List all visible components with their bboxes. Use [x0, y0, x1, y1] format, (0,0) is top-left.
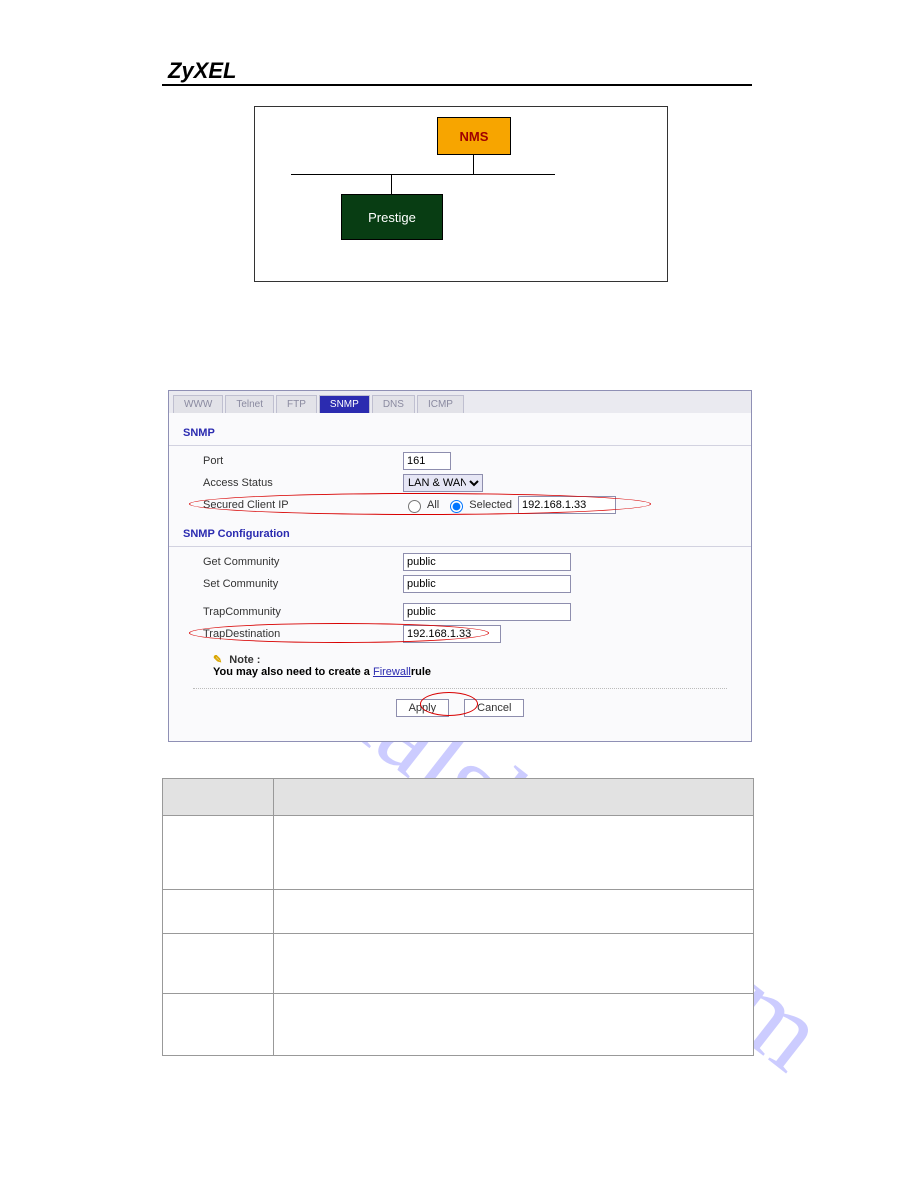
snmp-config-section-title: SNMP Configuration [183, 528, 737, 540]
divider [169, 546, 751, 547]
set-community-label: Set Community [183, 578, 403, 590]
table-cell [274, 890, 754, 934]
get-community-label: Get Community [183, 556, 403, 568]
connector-line [291, 174, 555, 175]
tab-snmp[interactable]: SNMP [319, 395, 370, 413]
note-body: You may also need to create a Firewallru… [213, 666, 431, 678]
network-diagram: NMS Prestige [254, 106, 668, 282]
table-cell [274, 994, 754, 1056]
secured-client-label: Secured Client IP [183, 499, 403, 511]
snmp-section-title: SNMP [183, 427, 737, 439]
connector-line [473, 154, 474, 174]
prestige-node: Prestige [341, 194, 443, 240]
snmp-config-panel: WWW Telnet FTP SNMP DNS ICMP SNMP Port A… [168, 390, 752, 742]
table-cell [163, 816, 274, 890]
connector-line [391, 174, 392, 194]
secured-ip-input[interactable] [518, 496, 616, 514]
header-rule [162, 84, 752, 86]
note-title: Note : [229, 654, 260, 666]
note-pre: You may also need to create a [213, 666, 373, 678]
access-status-label: Access Status [183, 477, 403, 489]
table-cell [163, 890, 274, 934]
note-post: rule [411, 666, 431, 678]
trap-destination-input[interactable] [403, 625, 501, 643]
secured-selected-radio[interactable] [450, 500, 463, 513]
tab-bar: WWW Telnet FTP SNMP DNS ICMP [169, 391, 751, 413]
cancel-button[interactable]: Cancel [464, 699, 524, 717]
trap-destination-label: TrapDestination [183, 628, 403, 640]
tab-telnet[interactable]: Telnet [225, 395, 274, 413]
nms-node: NMS [437, 117, 511, 155]
access-status-select[interactable]: LAN & WAN [403, 474, 483, 492]
table-header [163, 779, 274, 816]
table-cell [274, 816, 754, 890]
table-cell [163, 934, 274, 994]
secured-all-label: All [427, 499, 439, 511]
parameter-table [162, 778, 754, 1056]
get-community-input[interactable] [403, 553, 571, 571]
note-icon: ✎ [213, 654, 222, 666]
secured-all-radio[interactable] [408, 500, 421, 513]
tab-www[interactable]: WWW [173, 395, 223, 413]
port-label: Port [183, 455, 403, 467]
table-cell [163, 994, 274, 1056]
firewall-link[interactable]: Firewall [373, 666, 411, 678]
table-cell [274, 934, 754, 994]
brand-logo: ZyXEL [168, 58, 236, 84]
table-header [274, 779, 754, 816]
trap-community-input[interactable] [403, 603, 571, 621]
secured-selected-label: Selected [469, 499, 512, 511]
port-input[interactable] [403, 452, 451, 470]
trap-community-label: TrapCommunity [183, 606, 403, 618]
tab-ftp[interactable]: FTP [276, 395, 317, 413]
tab-icmp[interactable]: ICMP [417, 395, 464, 413]
apply-button[interactable]: Apply [396, 699, 450, 717]
set-community-input[interactable] [403, 575, 571, 593]
tab-dns[interactable]: DNS [372, 395, 415, 413]
divider [169, 445, 751, 446]
